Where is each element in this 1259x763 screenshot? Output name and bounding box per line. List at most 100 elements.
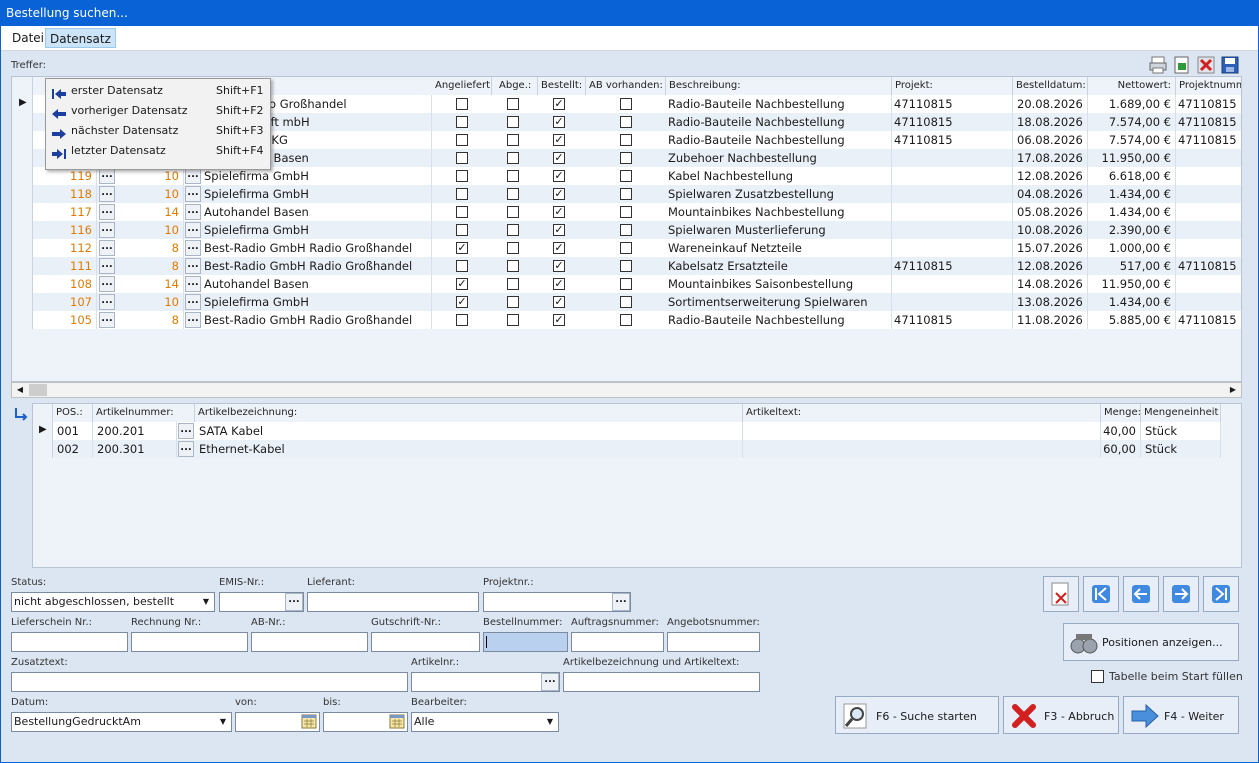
menu-item-previous-record[interactable]: vorheriger Datensatz Shift+F2 <box>46 101 270 121</box>
angeliefert-checkbox[interactable]: ✓ <box>456 242 468 254</box>
header-mengeneinheit[interactable]: Mengeneinheit <box>1141 404 1221 422</box>
calendar-icon[interactable] <box>389 714 405 729</box>
suche-starten-button[interactable]: F6 - Suche starten <box>835 696 999 734</box>
emis-browse-button[interactable]: ... <box>185 222 201 238</box>
lieferant-input[interactable] <box>307 592 479 612</box>
tabelle-fuellen-checkbox[interactable] <box>1091 670 1104 683</box>
angeliefert-checkbox[interactable] <box>456 314 468 326</box>
menu-item-next-record[interactable]: nächster Datensatz Shift+F3 <box>46 121 270 141</box>
ab-vorhanden-checkbox[interactable] <box>620 170 632 182</box>
bestellt-checkbox[interactable]: ✓ <box>553 260 565 272</box>
bestellt-checkbox[interactable]: ✓ <box>553 278 565 290</box>
order-browse-button[interactable]: ... <box>99 240 115 256</box>
print-icon[interactable] <box>1148 55 1168 75</box>
calendar-icon[interactable] <box>301 714 317 729</box>
row-selector[interactable] <box>33 440 53 458</box>
auftrag-input[interactable] <box>571 632 664 652</box>
header-projektnummer[interactable]: Projektnumm <box>1176 77 1241 95</box>
angeliefert-checkbox[interactable] <box>456 152 468 164</box>
bestellt-checkbox[interactable]: ✓ <box>553 98 565 110</box>
first-record-button[interactable] <box>1083 576 1119 612</box>
header-artikeltext[interactable]: Artikeltext: <box>743 404 1101 422</box>
angeliefert-checkbox[interactable] <box>456 224 468 236</box>
abgeschlossen-checkbox[interactable] <box>507 314 519 326</box>
header-pos[interactable]: POS.: <box>53 404 93 422</box>
order-browse-button[interactable]: ... <box>99 276 115 292</box>
order-browse-button[interactable]: ... <box>99 222 115 238</box>
datum-select[interactable]: BestellungGedrucktAm <box>11 712 232 732</box>
row-selector[interactable] <box>12 203 33 221</box>
ab-vorhanden-checkbox[interactable] <box>620 152 632 164</box>
artikel-browse-button[interactable]: ... <box>178 423 194 439</box>
emis-browse-button[interactable]: ... <box>185 204 201 220</box>
ab-vorhanden-checkbox[interactable] <box>620 206 632 218</box>
row-selector[interactable] <box>12 167 33 185</box>
position-row[interactable]: ▶ 001 200.201... SATA Kabel 40,00 Stück <box>33 422 1221 440</box>
header-projekt[interactable]: Projekt: <box>892 77 1013 95</box>
abgeschlossen-checkbox[interactable] <box>507 206 519 218</box>
header-ab-vorhanden[interactable]: AB vorhanden: <box>586 77 666 95</box>
row-selector[interactable] <box>12 131 33 149</box>
export-excel-icon[interactable] <box>1172 55 1192 75</box>
bearbeiter-dropdown-arrow[interactable]: ▼ <box>542 713 558 731</box>
header-beschreibung[interactable]: Beschreibung: <box>666 77 892 95</box>
save-icon[interactable] <box>1220 55 1240 75</box>
abgeschlossen-checkbox[interactable] <box>507 116 519 128</box>
scroll-right-arrow[interactable]: ▶ <box>1226 384 1240 396</box>
angeliefert-checkbox[interactable]: ✓ <box>456 278 468 290</box>
ab-vorhanden-checkbox[interactable] <box>620 278 632 290</box>
artikelnr-browse-button[interactable]: ... <box>541 673 559 691</box>
status-select[interactable]: nicht abgeschlossen, bestellt <box>11 592 215 612</box>
horizontal-scrollbar[interactable]: ◀ ▶ <box>11 382 1242 398</box>
row-selector[interactable] <box>12 239 33 257</box>
bestellt-checkbox[interactable]: ✓ <box>553 134 565 146</box>
angeliefert-checkbox[interactable] <box>456 206 468 218</box>
abgeschlossen-checkbox[interactable] <box>507 260 519 272</box>
order-browse-button[interactable]: ... <box>99 258 115 274</box>
status-dropdown-arrow[interactable]: ▼ <box>198 593 214 611</box>
emis-browse-button[interactable]: ... <box>185 168 201 184</box>
row-selector[interactable] <box>12 221 33 239</box>
ab-vorhanden-checkbox[interactable] <box>620 314 632 326</box>
header-bestelldatum[interactable]: Bestelldatum: <box>1013 77 1088 95</box>
abgeschlossen-checkbox[interactable] <box>507 170 519 182</box>
bestellt-checkbox[interactable]: ✓ <box>553 152 565 164</box>
row-selector[interactable] <box>12 113 33 131</box>
table-row[interactable]: 105... 8... Best-Radio GmbH Radio Großhand… <box>12 311 1241 329</box>
table-row[interactable]: 108... 14... Autohandel Basen ✓ ✓ Mountainbik… <box>12 275 1241 293</box>
header-nettowert[interactable]: Nettowert: <box>1088 77 1176 95</box>
lieferschein-input[interactable] <box>11 632 128 652</box>
table-row[interactable]: 111... 8... Best-Radio GmbH Radio Großhand… <box>12 257 1241 275</box>
ab-vorhanden-checkbox[interactable] <box>620 260 632 272</box>
angeliefert-checkbox[interactable] <box>456 188 468 200</box>
ab-vorhanden-checkbox[interactable] <box>620 134 632 146</box>
angeliefert-checkbox[interactable] <box>456 116 468 128</box>
bestellt-checkbox[interactable]: ✓ <box>553 224 565 236</box>
row-selector[interactable]: ▶ <box>12 95 33 113</box>
order-browse-button[interactable]: ... <box>99 294 115 310</box>
row-selector[interactable] <box>12 293 33 311</box>
abgeschlossen-checkbox[interactable] <box>507 152 519 164</box>
artikelnr-input[interactable] <box>411 672 560 692</box>
header-artikelnummer[interactable]: Artikelnummer: <box>93 404 195 422</box>
emis-browse-button[interactable]: ... <box>185 312 201 328</box>
ab-vorhanden-checkbox[interactable] <box>620 242 632 254</box>
emis-browse-button[interactable]: ... <box>185 186 201 202</box>
row-selector[interactable] <box>12 311 33 329</box>
bestellnummer-input[interactable] <box>483 632 568 652</box>
bestellt-checkbox[interactable]: ✓ <box>553 314 565 326</box>
abgeschlossen-checkbox[interactable] <box>507 242 519 254</box>
positionen-anzeigen-button[interactable]: Positionen anzeigen... <box>1063 623 1239 661</box>
header-artikelbezeichnung[interactable]: Artikelbezeichnung: <box>195 404 743 422</box>
bestellt-checkbox[interactable]: ✓ <box>553 188 565 200</box>
bestellt-checkbox[interactable]: ✓ <box>553 116 565 128</box>
menu-item-first-record[interactable]: erster Datensatz Shift+F1 <box>46 81 270 101</box>
emis-browse-button[interactable]: ... <box>285 593 303 611</box>
next-record-button[interactable] <box>1163 576 1199 612</box>
abgeschlossen-checkbox[interactable] <box>507 188 519 200</box>
table-row[interactable]: 117... 14... Autohandel Basen ✓ Mountainbike… <box>12 203 1241 221</box>
gutschrift-input[interactable] <box>371 632 480 652</box>
angebot-input[interactable] <box>667 632 760 652</box>
scroll-thumb[interactable] <box>29 384 47 396</box>
delete-icon[interactable] <box>1196 55 1216 75</box>
